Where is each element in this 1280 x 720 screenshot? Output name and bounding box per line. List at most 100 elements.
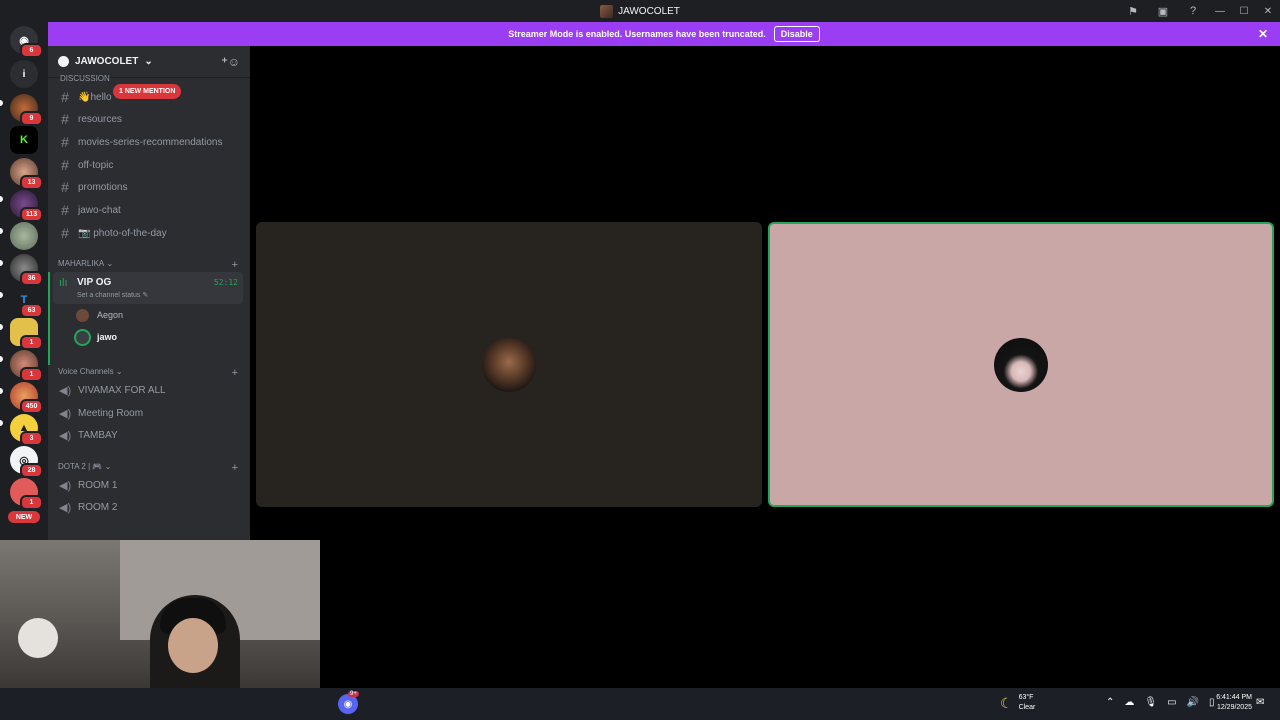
guild-icon[interactable]: 9: [10, 94, 43, 126]
chevron-up-icon[interactable]: ⌃: [1106, 697, 1114, 708]
server-boost-icon: [58, 56, 69, 67]
channel-status[interactable]: Set a channel status ✎: [77, 291, 148, 299]
voice-user-aegon[interactable]: Aegon: [76, 306, 123, 324]
volume-icon[interactable]: 🔊: [1187, 697, 1199, 708]
guild-icon[interactable]: ▲ 3: [10, 414, 43, 446]
hash-icon: #: [61, 89, 69, 105]
flag-icon[interactable]: ⚑: [1118, 0, 1148, 22]
guild-icon[interactable]: 1: [10, 478, 43, 510]
channel-label: resources: [78, 113, 122, 125]
guild-icon[interactable]: 1: [10, 318, 43, 350]
kick-icon[interactable]: K: [10, 126, 38, 154]
channel-resources[interactable]: # resources: [53, 108, 243, 130]
participant-tile-aegon[interactable]: [256, 222, 762, 507]
avatar: [76, 330, 89, 344]
hash-icon: #: [61, 225, 69, 241]
guild-icon[interactable]: ◎ 28: [10, 446, 43, 478]
channel-jawo-chat[interactable]: # jawo-chat: [53, 199, 243, 221]
guild-icon[interactable]: [10, 222, 38, 250]
guild-badge: 1: [20, 495, 43, 510]
guild-badge: 28: [20, 463, 43, 478]
avatar: [482, 337, 536, 392]
home-badge: 6: [20, 43, 43, 58]
guild-icon[interactable]: 1: [10, 350, 43, 382]
voice-timer: 52:12: [213, 278, 238, 287]
inbox-icon[interactable]: ▣: [1148, 0, 1178, 22]
channel-promotions[interactable]: # promotions: [53, 176, 243, 198]
channel-movies-series-recommendations[interactable]: # movies-series-recommendations: [53, 131, 243, 153]
add-channel-icon[interactable]: +: [232, 462, 238, 474]
invite-people-icon[interactable]: ⁺☺: [221, 55, 240, 69]
guild-badge: 3: [20, 431, 43, 446]
close-window-button[interactable]: ✕: [1256, 0, 1280, 22]
hash-icon: #: [61, 202, 69, 218]
unread-pill: [0, 292, 3, 298]
windows-taskbar: ◉ 9+ ☾ 63°F Clear ⌃ ☁ 🎙 ▭ 🔊 ▯ 6:41:44 PM…: [0, 688, 1280, 720]
category-voice-channels[interactable]: Voice Channels ⌄ +: [58, 367, 238, 379]
guild-icon[interactable]: T 63: [10, 286, 43, 318]
voice-channel-meeting-room[interactable]: ◀) Meeting Room: [53, 402, 243, 424]
chevron-down-icon: ⌄: [144, 56, 153, 67]
discord-home-icon[interactable]: ◉ 6: [10, 26, 43, 58]
category-label: MAHARLIKA: [58, 259, 105, 268]
voice-channel-room-1[interactable]: ◀) ROOM 1: [53, 474, 243, 496]
webcam-person-face: [168, 618, 218, 673]
guild-badge: 1: [20, 367, 43, 382]
speaker-icon: ◀): [59, 501, 72, 514]
voice-channel-name: VIP OG: [77, 277, 112, 288]
category-dota2[interactable]: DOTA 2 | 🎮 ⌄ +: [58, 462, 238, 474]
hash-icon: #: [61, 157, 69, 173]
add-channel-icon[interactable]: +: [232, 259, 238, 271]
weather-widget[interactable]: ☾ 63°F Clear: [1000, 693, 1035, 713]
channel-label: 📷 photo-of-the-day: [78, 227, 167, 239]
microphone-icon[interactable]: 🎙: [1144, 697, 1157, 708]
new-mention-badge[interactable]: 1 NEW MENTION: [113, 84, 182, 99]
unread-pill: [0, 260, 3, 266]
weather-condition: Clear: [1018, 704, 1036, 711]
info-icon[interactable]: i: [10, 60, 38, 88]
voice-call-stage: [250, 46, 1280, 688]
voice-channel-vip-og[interactable]: ılı VIP OG Set a channel status ✎ 52:12: [53, 272, 243, 304]
new-guilds-badge[interactable]: NEW: [8, 511, 40, 523]
guild-badge: 9: [20, 111, 43, 126]
close-icon[interactable]: ✕: [1258, 27, 1268, 41]
notification-icon[interactable]: ✉: [1256, 697, 1264, 708]
voice-channel-vivamax[interactable]: ◀) VIVAMAX FOR ALL: [53, 379, 243, 401]
clock[interactable]: 6:41:44 PM 12/29/2025: [1208, 693, 1252, 713]
category-discussion[interactable]: DISCUSSION: [60, 74, 110, 83]
guild-icon[interactable]: 36: [10, 254, 43, 286]
discord-taskbar-icon[interactable]: ◉: [338, 694, 358, 714]
category-maharlika[interactable]: MAHARLIKA ⌄ +: [58, 259, 238, 271]
hash-icon: #: [61, 179, 69, 195]
help-icon[interactable]: ?: [1178, 0, 1208, 22]
guild-icon[interactable]: 450: [10, 382, 43, 414]
window-titlebar: JAWOCOLET ⚑ ▣ ? — ☐ ✕: [0, 0, 1280, 22]
guild-icon[interactable]: 113: [10, 190, 43, 222]
maximize-button[interactable]: ☐: [1232, 0, 1256, 22]
network-icon[interactable]: ▭: [1167, 697, 1176, 708]
speaker-icon: ◀): [59, 384, 72, 397]
channel-off-topic[interactable]: # off-topic: [53, 154, 243, 176]
unread-pill: [0, 356, 3, 362]
disable-streamer-mode-button[interactable]: Disable: [773, 26, 820, 42]
channel-label: promotions: [78, 181, 128, 193]
taskbar-badge: 9+: [348, 691, 359, 697]
voice-user-jawo[interactable]: jawo: [76, 328, 117, 346]
unread-pill: [0, 324, 3, 330]
guild-badge: 450: [20, 399, 43, 414]
add-channel-icon[interactable]: +: [232, 367, 238, 379]
unread-pill: [0, 196, 3, 202]
hash-icon: #: [61, 134, 69, 150]
participant-tile-jawo[interactable]: [768, 222, 1274, 507]
avatar: [994, 337, 1048, 392]
voice-channel-tambay[interactable]: ◀) TAMBAY: [53, 424, 243, 446]
guild-icon[interactable]: 13: [10, 158, 43, 190]
active-voice-indicator: [48, 272, 50, 365]
speaker-icon: ◀): [59, 407, 72, 420]
voice-channel-room-2[interactable]: ◀) ROOM 2: [53, 496, 243, 518]
minimize-button[interactable]: —: [1208, 0, 1232, 22]
cloud-icon[interactable]: ☁: [1124, 697, 1134, 708]
channel-photo-of-the-day[interactable]: # 📷 photo-of-the-day: [53, 222, 243, 244]
channel-label: Meeting Room: [78, 407, 144, 419]
channel-label: VIVAMAX FOR ALL: [78, 384, 166, 396]
